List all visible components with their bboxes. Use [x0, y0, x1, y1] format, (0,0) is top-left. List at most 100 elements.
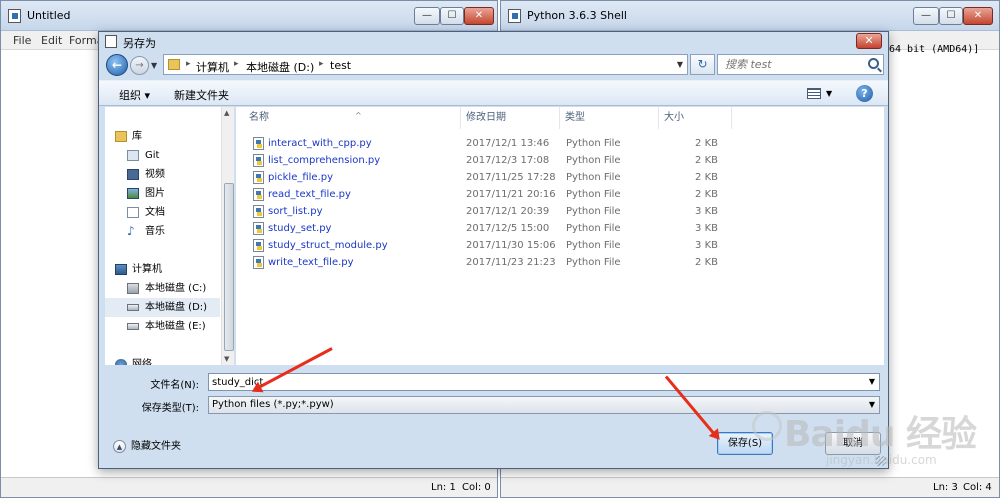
file-type: Python File: [566, 172, 621, 183]
search-box[interactable]: [717, 54, 884, 75]
shell-maximize-button[interactable]: ☐: [939, 7, 963, 25]
file-name[interactable]: study_set.py: [268, 220, 331, 237]
nav-item-drive-d[interactable]: 本地磁盘 (D:): [105, 298, 220, 317]
menu-edit[interactable]: Edit: [41, 34, 62, 47]
back-arrow-icon[interactable]: ←: [106, 54, 128, 76]
file-name[interactable]: sort_list.py: [268, 203, 323, 220]
editor-titlebar[interactable]: Untitled — ☐ ✕: [1, 1, 497, 31]
column-header-name[interactable]: 名称 ^: [244, 107, 461, 129]
nav-item-label: 文档: [145, 207, 165, 218]
scroll-down-icon[interactable]: ▼: [224, 355, 229, 363]
shell-close-button[interactable]: ✕: [963, 7, 993, 25]
git-folder-icon: [127, 150, 139, 161]
nav-item-drive-c[interactable]: 本地磁盘 (C:): [105, 279, 220, 298]
dialog-title: 另存为: [123, 37, 156, 50]
collapse-chevron-icon: ▲: [113, 440, 126, 453]
maximize-button[interactable]: ☐: [440, 7, 464, 25]
recent-locations-chevron-icon[interactable]: ▼: [151, 61, 157, 70]
column-header-size[interactable]: 大小: [659, 107, 732, 129]
file-name[interactable]: read_text_file.py: [268, 186, 351, 203]
resize-grip-icon[interactable]: [876, 456, 886, 466]
table-row[interactable]: sort_list.py 2017/12/1 20:39 Python File…: [236, 203, 736, 220]
file-name[interactable]: interact_with_cpp.py: [268, 135, 372, 152]
file-size: 2 KB: [695, 155, 718, 166]
computer-icon: [115, 264, 127, 275]
table-row[interactable]: list_comprehension.py 2017/12/3 17:08 Py…: [236, 152, 736, 169]
nav-item-network[interactable]: 网络: [105, 355, 220, 365]
search-input[interactable]: [721, 57, 861, 72]
file-name[interactable]: list_comprehension.py: [268, 152, 380, 169]
table-row[interactable]: interact_with_cpp.py 2017/12/1 13:46 Pyt…: [236, 135, 736, 152]
file-name[interactable]: study_struct_module.py: [268, 237, 388, 254]
organize-button[interactable]: 组织 ▾: [119, 87, 150, 103]
file-type: Python File: [566, 189, 621, 200]
file-size: 2 KB: [695, 172, 718, 183]
shell-minimize-button[interactable]: —: [913, 7, 939, 25]
nav-item-drive-e[interactable]: 本地磁盘 (E:): [105, 317, 220, 336]
file-size: 2 KB: [695, 138, 718, 149]
shell-titlebar[interactable]: Python 3.6.3 Shell — ☐ ✕: [501, 1, 999, 31]
table-row[interactable]: read_text_file.py 2017/11/21 20:16 Pytho…: [236, 186, 736, 203]
menu-file[interactable]: File: [13, 34, 31, 47]
help-icon[interactable]: ?: [856, 85, 873, 102]
file-name[interactable]: pickle_file.py: [268, 169, 333, 186]
nav-item-label: 库: [132, 131, 142, 142]
table-row[interactable]: study_set.py 2017/12/5 15:00 Python File…: [236, 220, 736, 237]
save-button[interactable]: 保存(S): [717, 432, 773, 455]
view-options-icon[interactable]: [807, 88, 821, 99]
refresh-icon: ↻: [697, 57, 708, 71]
editor-col-status: Col: 0: [462, 482, 491, 493]
filename-field[interactable]: ▼: [208, 373, 880, 391]
search-icon[interactable]: [868, 58, 879, 69]
breadcrumb-separator[interactable]: ▸: [234, 59, 239, 69]
scroll-up-icon[interactable]: ▲: [224, 109, 229, 117]
nav-item-music[interactable]: ♪ 音乐: [105, 222, 220, 241]
column-header-type[interactable]: 类型: [560, 107, 659, 129]
table-row[interactable]: pickle_file.py 2017/11/25 17:28 Python F…: [236, 169, 736, 186]
breadcrumb-separator[interactable]: ▸: [319, 59, 324, 69]
filetype-dropdown-icon[interactable]: ▼: [869, 397, 875, 413]
nav-item-video[interactable]: 视频: [105, 165, 220, 184]
filename-dropdown-icon[interactable]: ▼: [869, 377, 875, 386]
file-date: 2017/12/5 15:00: [466, 223, 550, 234]
nav-scrollbar[interactable]: ▲ ▼: [221, 107, 234, 365]
nav-item-pictures[interactable]: 图片: [105, 184, 220, 203]
breadcrumb-drive-d[interactable]: 本地磁盘 (D:): [246, 59, 314, 75]
nav-item-label: 本地磁盘 (E:): [145, 321, 206, 332]
new-folder-button[interactable]: 新建文件夹: [174, 87, 229, 103]
table-row[interactable]: study_struct_module.py 2017/11/30 15:06 …: [236, 237, 736, 254]
python-file-icon: [8, 9, 21, 23]
address-bar[interactable]: ▸ 计算机 ▸ 本地磁盘 (D:) ▸ test ▼: [163, 54, 688, 75]
music-icon: ♪: [127, 224, 135, 238]
nav-item-libraries[interactable]: 库: [105, 127, 220, 146]
breadcrumb-test[interactable]: test: [330, 59, 351, 72]
table-row[interactable]: write_text_file.py 2017/11/23 21:23 Pyth…: [236, 254, 736, 271]
cancel-button[interactable]: 取消: [825, 432, 881, 455]
forward-arrow-icon[interactable]: →: [130, 56, 149, 75]
close-button[interactable]: ✕: [464, 7, 494, 25]
documents-icon: [127, 207, 139, 218]
dialog-app-icon: [105, 35, 117, 48]
breadcrumb-computer[interactable]: 计算机: [196, 59, 229, 75]
nav-item-documents[interactable]: 文档: [105, 203, 220, 222]
breadcrumb-separator[interactable]: ▸: [186, 59, 191, 69]
python-file-icon: [253, 205, 264, 218]
filetype-select[interactable]: Python files (*.py;*.pyw) ▼: [208, 396, 880, 414]
file-name[interactable]: write_text_file.py: [268, 254, 354, 271]
filename-input[interactable]: [212, 375, 852, 389]
address-dropdown-icon[interactable]: ▼: [677, 60, 683, 69]
view-dropdown-icon[interactable]: ▼: [826, 89, 832, 98]
dialog-close-button[interactable]: ✕: [856, 33, 882, 49]
minimize-button[interactable]: —: [414, 7, 440, 25]
shell-output-line: 64 bit (AMD64)]: [889, 44, 980, 55]
file-size: 3 KB: [695, 223, 718, 234]
nav-item-git[interactable]: Git: [105, 146, 220, 165]
scroll-thumb[interactable]: [224, 183, 234, 351]
nav-item-label: 视频: [145, 169, 165, 180]
column-header-date[interactable]: 修改日期: [461, 107, 560, 129]
dialog-titlebar[interactable]: 另存为 ✕: [99, 32, 888, 52]
folder-icon: [168, 59, 180, 70]
python-file-icon: [253, 239, 264, 252]
nav-item-computer[interactable]: 计算机: [105, 260, 220, 279]
refresh-button[interactable]: ↻: [690, 54, 715, 75]
